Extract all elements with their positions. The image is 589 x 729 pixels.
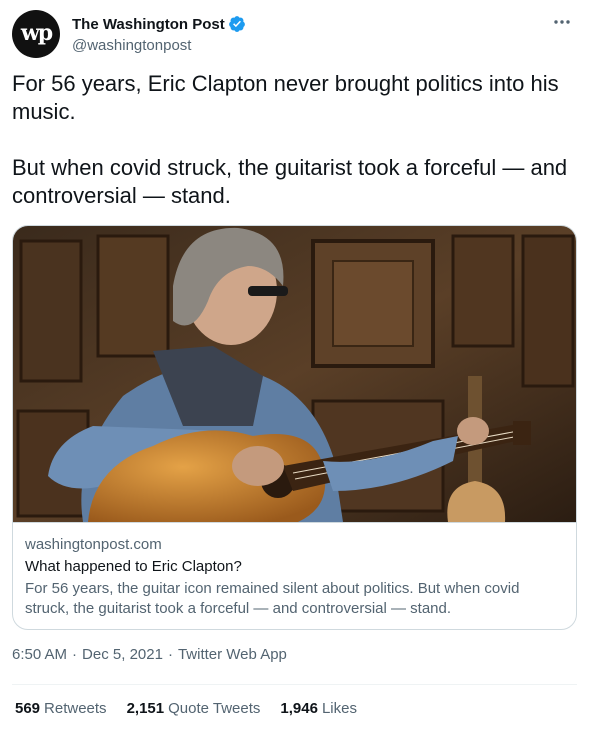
tweet-date[interactable]: Dec 5, 2021 xyxy=(82,646,163,663)
tweet-text: For 56 years, Eric Clapton never brought… xyxy=(12,71,568,208)
quote-tweets-stat[interactable]: 2,151 Quote Tweets xyxy=(127,700,261,717)
display-name[interactable]: The Washington Post xyxy=(72,16,225,33)
engagement-stats: 569 Retweets 2,151 Quote Tweets 1,946 Li… xyxy=(15,700,377,717)
retweets-label: Retweets xyxy=(44,700,107,717)
retweets-count: 569 xyxy=(15,700,41,717)
likes-label: Likes xyxy=(321,700,357,717)
tweet-header: wp The Washington Post @washingtonpost xyxy=(12,10,577,58)
avatar-logo-text: wp xyxy=(20,20,53,46)
tweet-metadata: 6:50 AM · Dec 5, 2021 · Twitter Web App xyxy=(12,646,287,663)
tweet-source[interactable]: Twitter Web App xyxy=(178,646,287,663)
retweets-stat[interactable]: 569 Retweets xyxy=(15,700,107,717)
card-image[interactable] xyxy=(13,226,576,522)
account-avatar[interactable]: wp xyxy=(12,10,60,58)
verified-badge-icon xyxy=(228,16,245,32)
card-domain: washingtonpost.com xyxy=(25,536,162,553)
card-title: What happened to Eric Clapton? xyxy=(25,558,242,575)
card-description: For 56 years, the guitar icon remained s… xyxy=(25,580,520,617)
account-names: The Washington Post @washingtonpost xyxy=(72,14,246,54)
tweet-time[interactable]: 6:50 AM xyxy=(12,646,67,663)
account-handle[interactable]: @washingtonpost xyxy=(72,37,246,54)
quote-tweets-count: 2,151 xyxy=(126,700,165,717)
divider xyxy=(12,684,577,685)
quote-tweets-label: Quote Tweets xyxy=(168,700,261,717)
likes-count: 1,946 xyxy=(280,700,318,717)
meta-separator: · xyxy=(72,646,78,663)
meta-separator: · xyxy=(167,646,173,663)
more-options-icon[interactable] xyxy=(551,12,573,32)
likes-stat[interactable]: 1,946 Likes xyxy=(280,700,357,717)
link-card[interactable]: washingtonpost.com What happened to Eric… xyxy=(12,225,577,630)
display-name-row: The Washington Post xyxy=(72,14,246,34)
card-body: washingtonpost.com What happened to Eric… xyxy=(13,522,576,619)
